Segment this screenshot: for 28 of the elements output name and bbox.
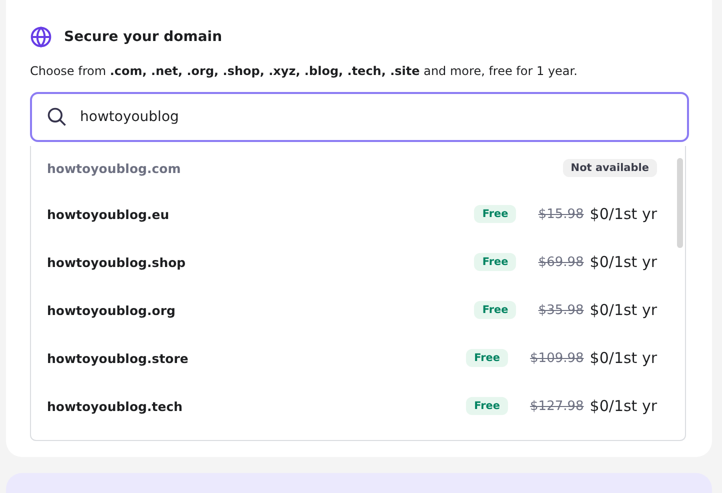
section-title: Secure your domain [64, 29, 222, 45]
availability-tag: Free [466, 397, 508, 415]
domain-name[interactable]: howtoyoublog.store [47, 350, 466, 366]
scrollbar-thumb[interactable] [677, 158, 683, 248]
old-price: $69.98 [538, 254, 584, 270]
price: $0/1st yr [590, 253, 657, 271]
search-field[interactable]: howtoyoublog [30, 92, 689, 142]
old-price: $35.98 [538, 302, 584, 318]
old-price: $109.98 [530, 350, 584, 366]
domain-name[interactable]: howtoyoublog.shop [47, 254, 474, 270]
price: $0/1st yr [590, 397, 657, 415]
availability-tag: Free [466, 349, 508, 367]
description: Choose from .com, .net, .org, .shop, .xyz, .blog, .tech, .site and more, free for 1 year. [30, 64, 578, 78]
availability-tag: Not available [562, 159, 657, 177]
search-icon [46, 106, 68, 128]
domain-name[interactable]: howtoyoublog.tech [47, 398, 466, 414]
globe-icon [30, 26, 52, 48]
availability-tag: Free [474, 253, 516, 271]
price: $0/1st yr [590, 349, 657, 367]
domain-name[interactable]: howtoyoublog.eu [47, 206, 474, 222]
domain-name[interactable]: howtoyoublog.com [47, 160, 563, 176]
old-price: $127.98 [530, 398, 584, 414]
price: $0/1st yr [590, 205, 657, 223]
domain-name[interactable]: howtoyoublog.org [47, 302, 474, 318]
old-price: $15.98 [538, 206, 584, 222]
availability-tag: Free [474, 205, 516, 223]
availability-tag: Free [474, 301, 516, 319]
price: $0/1st yr [590, 301, 657, 319]
